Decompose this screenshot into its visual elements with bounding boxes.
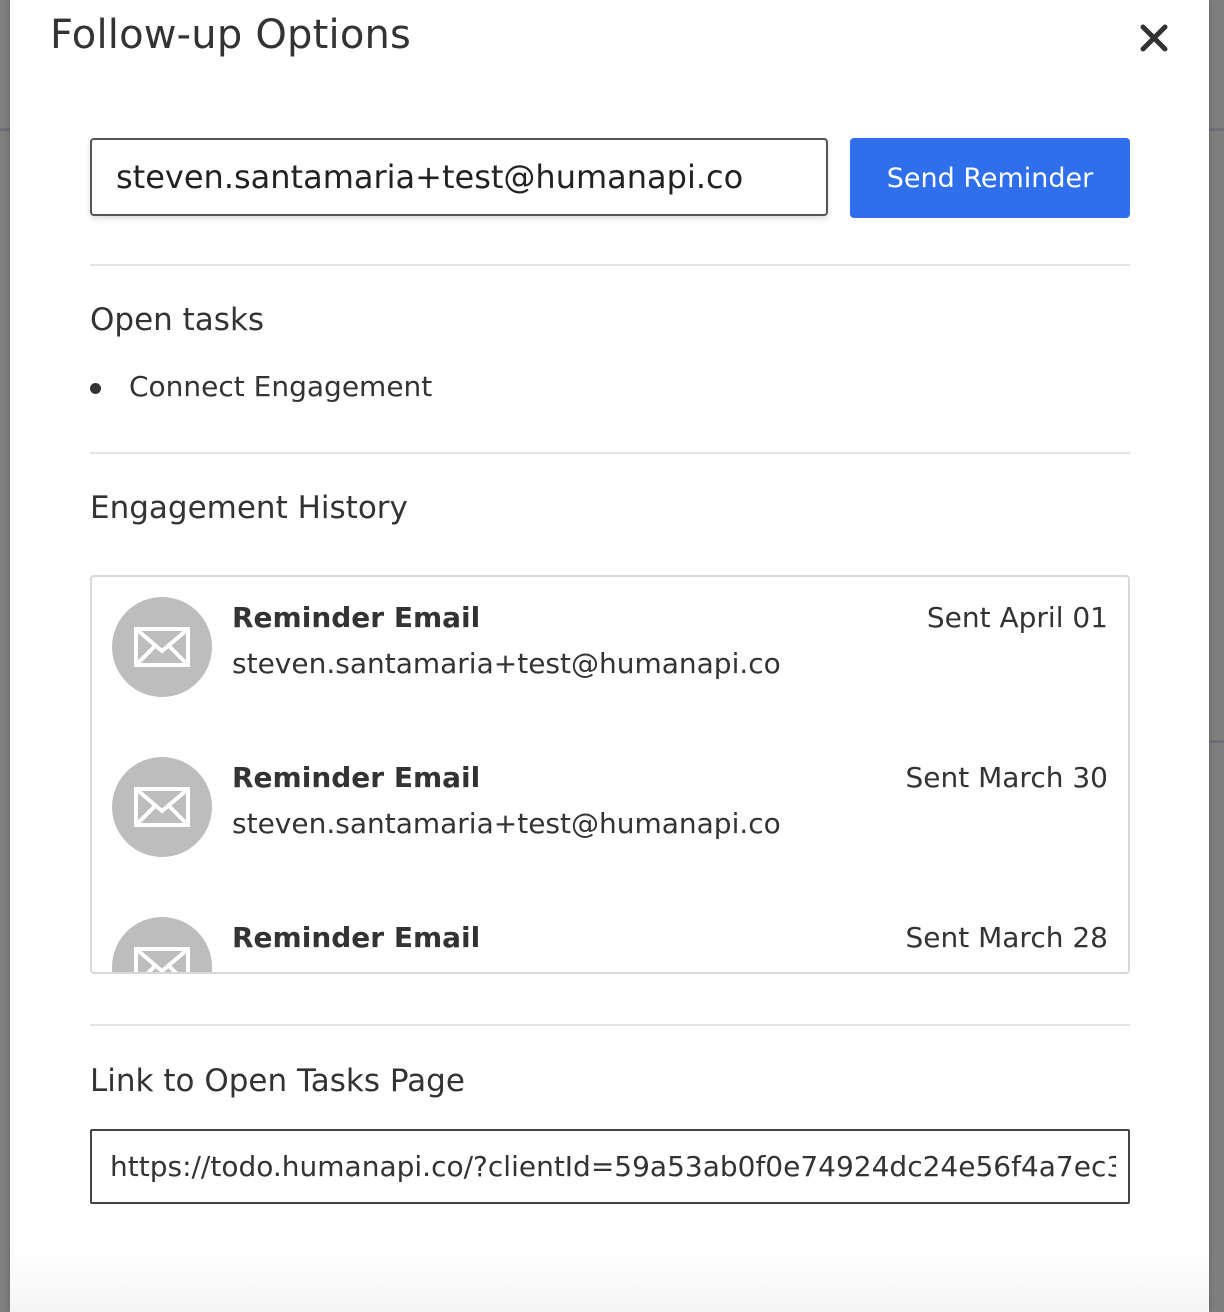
mail-icon	[134, 787, 190, 827]
mail-avatar	[112, 597, 212, 697]
open-task-item: Connect Engagement	[129, 370, 433, 403]
history-entry: Reminder Email steven.santamaria+test@hu…	[92, 577, 1128, 737]
divider	[90, 452, 1130, 454]
history-entry-email: steven.santamaria+test@humanapi.co	[232, 807, 781, 840]
modal-footer	[10, 1252, 1209, 1312]
follow-up-modal: Follow-up Options Send Reminder Open tas…	[10, 0, 1209, 1312]
history-entry-type: Reminder Email	[232, 761, 481, 794]
mail-icon	[134, 627, 190, 667]
divider	[90, 1024, 1130, 1026]
history-entry-date: Sent March 30	[905, 761, 1108, 794]
list-bullet	[90, 383, 101, 394]
mail-icon	[134, 947, 190, 972]
backdrop-line	[1209, 740, 1224, 743]
backdrop-line	[1209, 128, 1224, 131]
backdrop-line	[0, 128, 10, 131]
open-tasks-link-heading: Link to Open Tasks Page	[90, 1063, 465, 1099]
engagement-history-heading: Engagement History	[90, 490, 408, 526]
history-entry: Reminder Email steven.santamaria+test@hu…	[92, 737, 1128, 897]
close-icon	[1140, 24, 1168, 52]
history-entry-type: Reminder Email	[232, 601, 481, 634]
modal-title: Follow-up Options	[50, 12, 412, 58]
open-tasks-link-field[interactable]	[90, 1129, 1130, 1204]
send-reminder-button[interactable]: Send Reminder	[850, 138, 1130, 218]
divider	[90, 264, 1130, 266]
history-entry-email: steven.santamaria+test@humanapi.co	[232, 647, 781, 680]
mail-avatar	[112, 757, 212, 857]
open-tasks-heading: Open tasks	[90, 302, 265, 338]
engagement-history-list[interactable]: Reminder Email steven.santamaria+test@hu…	[90, 575, 1130, 974]
history-entry-type: Reminder Email	[232, 921, 481, 954]
mail-avatar	[112, 917, 212, 972]
history-entry: Reminder Email Sent March 28	[92, 897, 1128, 972]
reminder-email-input[interactable]	[90, 138, 828, 216]
history-entry-date: Sent March 28	[905, 921, 1108, 954]
close-button[interactable]	[1134, 18, 1174, 58]
history-entry-date: Sent April 01	[926, 601, 1108, 634]
